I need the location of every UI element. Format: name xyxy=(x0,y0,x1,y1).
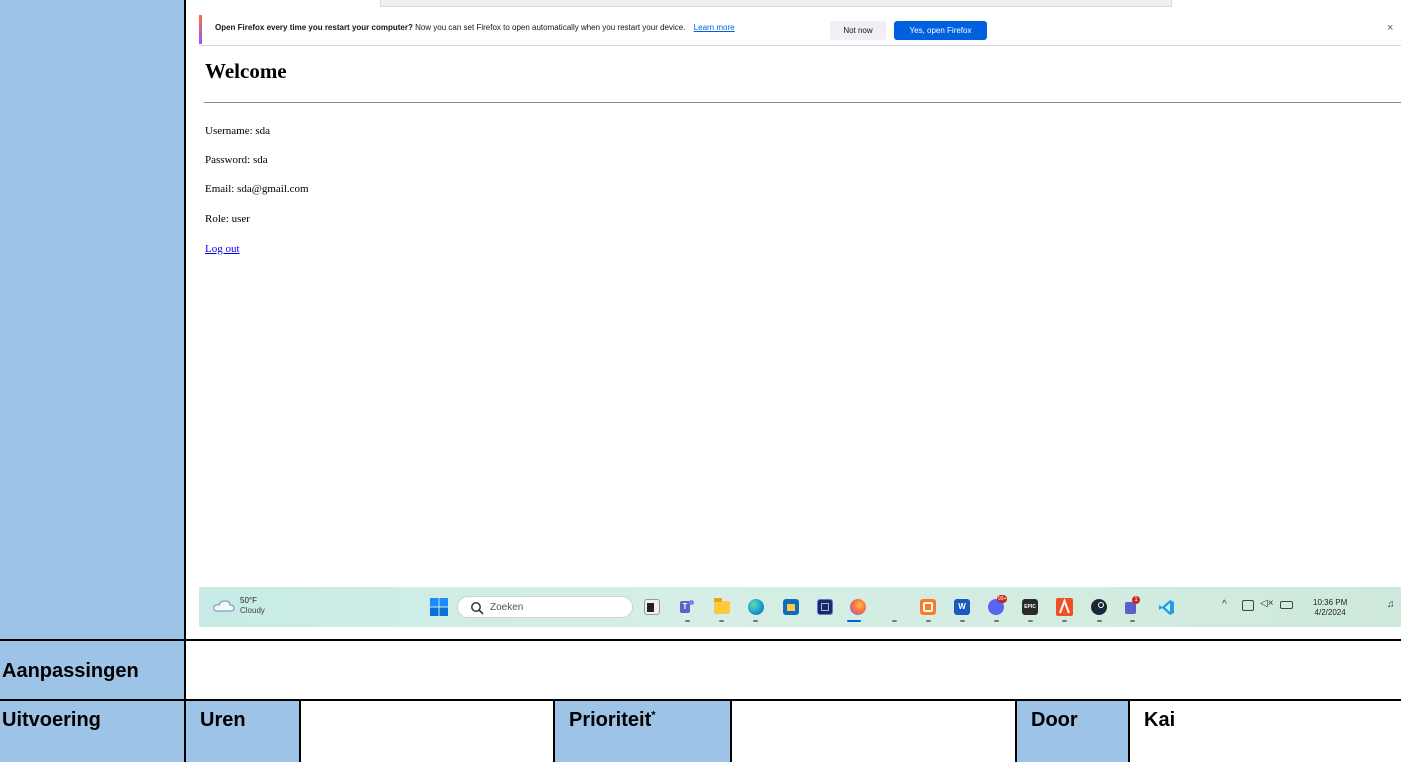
table-row-aanpassingen: Aanpassingen xyxy=(0,641,1401,701)
logout-link[interactable]: Log out xyxy=(205,243,240,255)
taskbar: 50°F Cloudy Zoeken T W 99+ EPIC 1 ^ ◁× 1… xyxy=(199,587,1401,627)
clock[interactable]: 10:36 PM 4/2/2024 xyxy=(1313,598,1347,618)
aanpassingen-label: Aanpassingen xyxy=(2,660,139,682)
prioriteit-label: Prioriteit* xyxy=(569,709,656,732)
divider xyxy=(204,102,1401,103)
xampp-running-indicator xyxy=(926,620,931,622)
word-running-indicator xyxy=(960,620,965,622)
steam-running-indicator xyxy=(1097,620,1102,622)
uren-value-cell xyxy=(301,701,555,762)
role-text: Role: user xyxy=(205,213,250,225)
discord-running-indicator xyxy=(994,620,999,622)
microsoft-store-icon[interactable] xyxy=(783,599,799,615)
teams-work-running-indicator xyxy=(1130,620,1135,622)
teams-badge: 1 xyxy=(1132,596,1140,604)
firefox-active-indicator xyxy=(847,620,861,622)
clock-time: 10:36 PM xyxy=(1313,598,1348,607)
file-explorer-icon[interactable] xyxy=(714,598,730,614)
uitvoering-cell: Uitvoering xyxy=(0,701,186,762)
uren-cell: Uren xyxy=(186,701,301,762)
chevron-up-icon[interactable]: ^ xyxy=(1222,599,1227,610)
aanpassingen-label-cell: Aanpassingen xyxy=(0,641,186,699)
door-label: Door xyxy=(1031,709,1078,731)
close-icon[interactable]: × xyxy=(1387,22,1393,34)
notification-bold-text: Open Firefox every time you restart your… xyxy=(215,23,413,32)
door-value: Kai xyxy=(1144,709,1176,731)
table-row-uitvoering: Uitvoering Uren Prioriteit* Door Kai xyxy=(0,701,1401,762)
task-view-icon[interactable] xyxy=(644,599,660,615)
screenshot-cell xyxy=(186,0,1401,641)
taskbar-search-input[interactable]: Zoeken xyxy=(457,596,633,618)
network-icon[interactable] xyxy=(1242,600,1254,611)
password-text: Password: sda xyxy=(205,154,268,166)
prioriteit-text: Prioriteit xyxy=(569,709,652,731)
notification-message: Open Firefox every time you restart your… xyxy=(215,23,735,32)
explorer-running-indicator xyxy=(719,620,724,622)
notification-body-text: Now you can set Firefox to open automati… xyxy=(415,23,686,32)
username-text: Username: sda xyxy=(205,125,271,137)
page-title: Welcome xyxy=(205,59,287,83)
speaker-muted-icon[interactable]: ◁× xyxy=(1260,598,1274,609)
search-placeholder: Zoeken xyxy=(490,602,524,613)
git-icon[interactable] xyxy=(1056,598,1073,616)
firefox-icon[interactable] xyxy=(850,599,866,615)
uitvoering-label: Uitvoering xyxy=(2,709,101,731)
door-cell: Door xyxy=(1017,701,1130,762)
windows-start-icon[interactable] xyxy=(430,598,448,616)
epic-games-icon[interactable]: EPIC xyxy=(1022,599,1038,615)
prioriteit-value-cell xyxy=(732,701,1017,762)
learn-more-link[interactable]: Learn more xyxy=(694,23,735,32)
steam-icon[interactable] xyxy=(1091,599,1107,615)
urlbar-strip xyxy=(380,0,1172,7)
door-value-cell: Kai xyxy=(1130,701,1401,762)
yes-open-firefox-button[interactable]: Yes, open Firefox xyxy=(894,21,987,40)
xampp-icon[interactable] xyxy=(920,599,936,615)
battery-icon[interactable] xyxy=(1280,601,1293,609)
discord-icon[interactable]: 99+ xyxy=(988,595,1008,615)
notion-icon[interactable] xyxy=(817,599,833,615)
email-text: Email: sda@gmail.com xyxy=(205,183,309,195)
discord-badge: 99+ xyxy=(997,595,1008,603)
edge-running-indicator xyxy=(753,620,758,622)
table-cell-left xyxy=(0,0,186,641)
word-icon[interactable]: W xyxy=(954,599,970,615)
prioriteit-cell: Prioriteit* xyxy=(555,701,732,762)
cloud-icon[interactable] xyxy=(213,600,235,612)
vscode-icon[interactable] xyxy=(1158,599,1175,616)
edge-icon[interactable] xyxy=(748,599,764,615)
teams-icon[interactable]: T xyxy=(679,599,695,615)
clock-date: 4/2/2024 xyxy=(1314,608,1346,617)
notification-bell-icon[interactable]: ♫ xyxy=(1387,599,1395,610)
search-icon xyxy=(471,602,484,615)
teams-running-indicator xyxy=(685,620,690,622)
uren-label: Uren xyxy=(200,709,246,731)
firefox-notification-bar: Open Firefox every time you restart your… xyxy=(199,13,1401,46)
weather-condition[interactable]: Cloudy xyxy=(240,606,265,615)
prioriteit-footnote-mark: * xyxy=(651,709,656,722)
notification-accent xyxy=(199,15,202,44)
weather-temperature[interactable]: 50°F xyxy=(240,596,257,605)
epic-running-indicator xyxy=(1028,620,1033,622)
hidden-app-indicator xyxy=(892,620,897,622)
git-running-indicator xyxy=(1062,620,1067,622)
not-now-button[interactable]: Not now xyxy=(830,21,886,40)
teams-work-icon[interactable]: 1 xyxy=(1124,596,1140,615)
